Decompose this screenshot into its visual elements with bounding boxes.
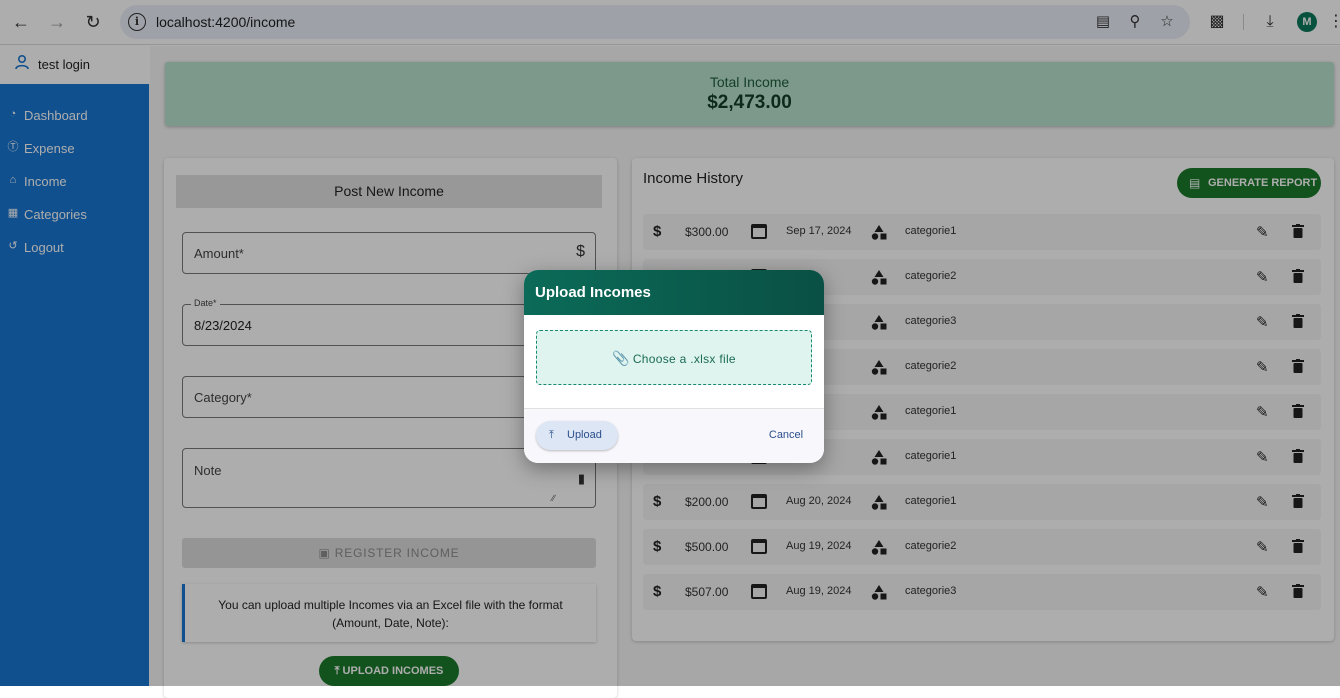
upload-button[interactable]: ⤒ Upload xyxy=(536,421,618,450)
dialog-actions: ⤒ Upload Cancel xyxy=(524,409,824,463)
file-dropzone[interactable]: 📎 Choose a .xlsx file xyxy=(536,330,812,385)
upload-label: Upload xyxy=(567,429,602,441)
upload-incomes-dialog: Upload Incomes 📎 Choose a .xlsx file ⤒ Up… xyxy=(524,270,824,463)
dropzone-text: Choose a .xlsx file xyxy=(632,352,736,366)
dialog-title: Upload Incomes xyxy=(535,284,651,301)
dialog-header: Upload Incomes xyxy=(524,270,824,315)
upload-icon: ⤒ xyxy=(549,429,554,441)
cancel-button[interactable]: Cancel xyxy=(760,421,812,450)
paperclip-icon: 📎 xyxy=(612,350,630,366)
